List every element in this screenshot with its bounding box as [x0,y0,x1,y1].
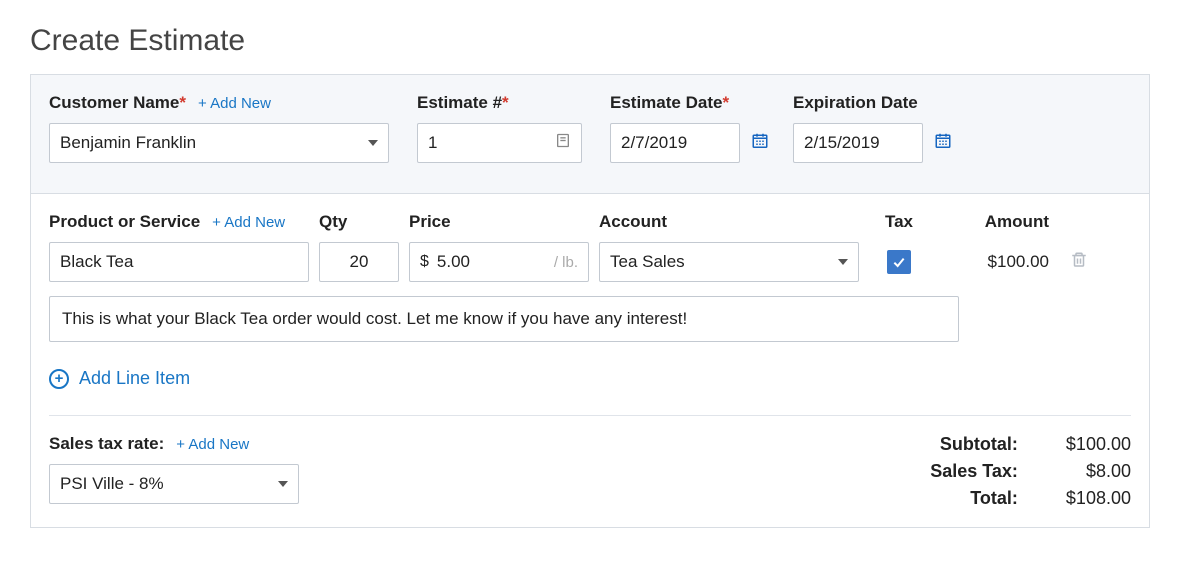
total-label: Total: [930,488,1018,509]
customer-select[interactable]: Benjamin Franklin [49,123,389,163]
divider [49,415,1131,416]
price-input[interactable]: $ 5.00 / lb. [409,242,589,282]
sales-tax-label: Sales Tax: [930,461,1018,482]
estimate-number-input[interactable]: 1 [417,123,582,163]
qty-col-label: Qty [319,212,399,232]
line-description-input[interactable]: This is what your Black Tea order would … [49,296,959,342]
plus-circle-icon: + [49,369,69,389]
chevron-down-icon [838,259,848,265]
document-icon [555,133,571,154]
tax-rate-select[interactable]: PSI Ville - 8% [49,464,299,504]
totals-block: Subtotal: $100.00 Sales Tax: $8.00 Total… [930,434,1131,509]
expiration-date-input[interactable]: 2/15/2019 [793,123,923,163]
sales-tax-value: $8.00 [1066,461,1131,482]
estimate-date-value: 2/7/2019 [621,133,687,153]
add-line-item-button[interactable]: + Add Line Item [49,368,1131,389]
chevron-down-icon [278,481,288,487]
line-row: Black Tea 20 $ 5.00 / lb. Tea Sales [49,242,1131,282]
price-value: 5.00 [437,252,544,272]
expiration-date-value: 2/15/2019 [804,133,880,153]
chevron-down-icon [368,140,378,146]
amount-col-label: Amount [939,212,1049,232]
product-add-new-link[interactable]: + Add New [212,214,285,231]
price-unit: / lb. [544,254,588,271]
header-section: Customer Name* + Add New Benjamin Frankl… [31,75,1149,194]
total-value: $108.00 [1066,488,1131,509]
expiration-date-label: Expiration Date [793,93,918,113]
estimate-number-label: Estimate #* [417,93,509,113]
qty-input[interactable]: 20 [319,242,399,282]
subtotal-label: Subtotal: [930,434,1018,455]
page-title: Create Estimate [30,24,1150,58]
sales-tax-rate-label: Sales tax rate: [49,434,164,454]
price-col-label: Price [409,212,589,232]
estimate-panel: Customer Name* + Add New Benjamin Frankl… [30,74,1150,528]
tax-col-label: Tax [869,212,929,232]
customer-label: Customer Name* [49,93,186,113]
estimate-number-value: 1 [428,133,437,153]
trash-icon [1070,251,1088,274]
estimate-date-input[interactable]: 2/7/2019 [610,123,740,163]
qty-value: 20 [350,252,369,272]
account-value: Tea Sales [610,252,685,272]
tax-rate-add-new-link[interactable]: + Add New [176,436,249,453]
product-col-label: Product or Service [49,212,200,232]
estimate-date-label: Estimate Date* [610,93,729,113]
line-header-row: Product or Service + Add New Qty Price A… [49,212,1131,232]
account-select[interactable]: Tea Sales [599,242,859,282]
add-line-label: Add Line Item [79,368,190,389]
line-description-value: This is what your Black Tea order would … [62,309,687,328]
customer-value: Benjamin Franklin [60,133,196,153]
footer-row: Sales tax rate: + Add New PSI Ville - 8%… [49,434,1131,509]
subtotal-value: $100.00 [1066,434,1131,455]
account-col-label: Account [599,212,859,232]
tax-rate-value: PSI Ville - 8% [60,474,164,494]
calendar-icon[interactable] [934,132,952,155]
customer-add-new-link[interactable]: + Add New [198,95,271,112]
delete-line-button[interactable] [1059,251,1099,274]
line-items-section: Product or Service + Add New Qty Price A… [31,194,1149,527]
currency-symbol: $ [410,253,437,271]
line-amount: $100.00 [939,252,1049,272]
calendar-icon[interactable] [751,132,769,155]
tax-checkbox[interactable] [887,250,911,274]
product-input[interactable]: Black Tea [49,242,309,282]
product-value: Black Tea [60,252,133,272]
